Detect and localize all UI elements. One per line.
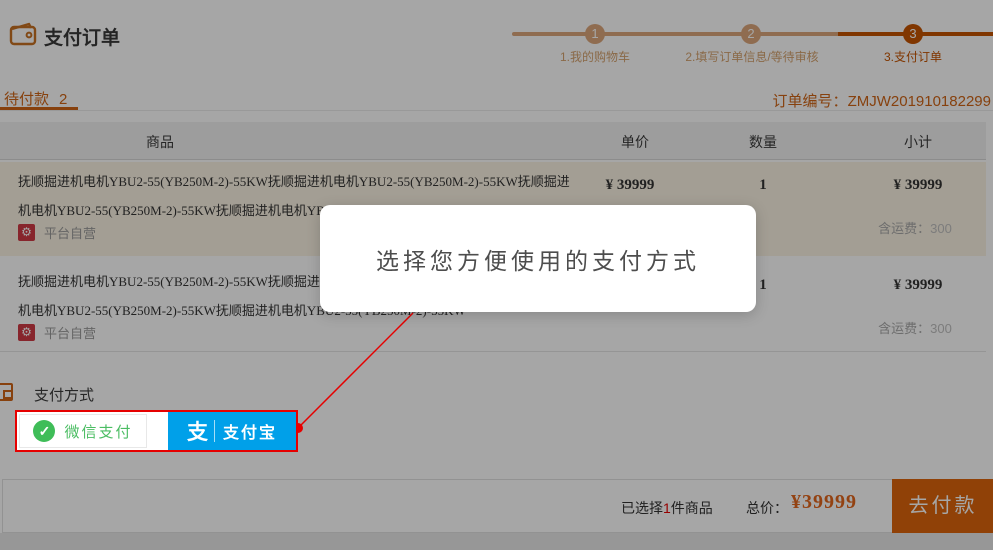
tour-tooltip: 选择您方便使用的支付方式 (320, 205, 756, 312)
alipay-button[interactable]: 支 支付宝 (168, 412, 296, 450)
payment-options-highlight-box: ✓ 微信支付 支 支付宝 (15, 410, 298, 452)
wechat-pay-icon: ✓ (33, 420, 55, 442)
wechat-pay-label: 微信支付 (64, 421, 132, 442)
alipay-label: 支付宝 (223, 419, 277, 443)
alipay-icon: 支 (187, 416, 208, 446)
alipay-divider (214, 420, 215, 442)
payment-order-page: 支付订单 1 2 3 1.我的购物车 2.填写订单信息/等待审核 3.支付订单 … (0, 0, 993, 550)
tour-tooltip-text: 选择您方便使用的支付方式 (376, 242, 700, 276)
wechat-pay-button[interactable]: ✓ 微信支付 (19, 414, 147, 448)
